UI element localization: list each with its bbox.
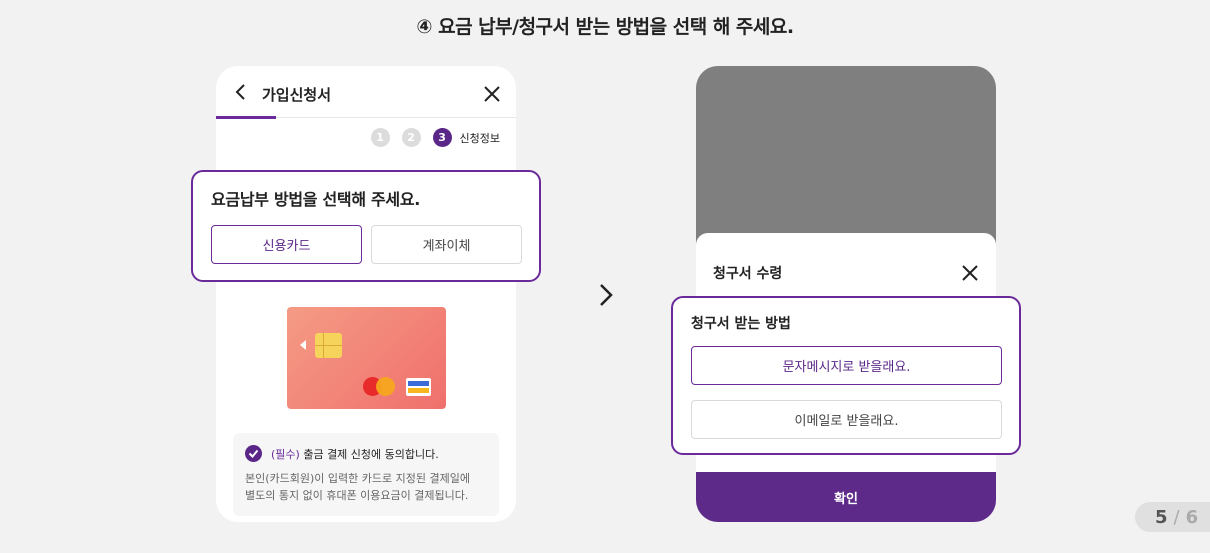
agreement-desc-line-2: 별도의 통지 없이 휴대폰 이용요금이 결제됩니다.: [245, 489, 469, 502]
step-2: 2: [401, 128, 421, 147]
step-indicator: 1 2 3 신청정보: [365, 128, 500, 147]
mastercard-logo-icon-2: [376, 377, 395, 396]
sheet-title: 청구서 수령: [713, 266, 783, 282]
step-label: 신청정보: [459, 131, 500, 145]
confirm-button[interactable]: 확인: [696, 472, 996, 522]
page-title: ④ 요금 납부/청구서 받는 방법을 선택 해 주세요.: [416, 16, 794, 38]
sms-option-button[interactable]: 문자메시지로 받을래요.: [691, 346, 1002, 385]
credit-card-illustration: [287, 307, 446, 409]
page-current: 5: [1155, 506, 1168, 528]
payment-method-popup: 요금납부 방법을 선택해 주세요. 신용카드 계좌이체: [191, 170, 541, 282]
header-title: 가입신청서: [262, 86, 332, 104]
agreement-desc-line-1: 본인(카드회원)이 입력한 카드로 지정된 결제일에: [245, 472, 470, 485]
required-tag: (필수): [271, 447, 300, 461]
bill-receipt-popup: 청구서 받는 방법 문자메시지로 받을래요. 이메일로 받을래요.: [671, 296, 1021, 455]
card-chip-icon: [315, 333, 342, 358]
phone-mockup-left: 가입신청서 1 2 3 신청정보 (필수) 출금 결제 신청에 동의합니다. 본…: [216, 66, 516, 522]
back-arrow-icon[interactable]: [232, 83, 250, 101]
progress-bar: [216, 116, 276, 119]
triangle-icon: [300, 340, 306, 350]
card-brand-icon: [406, 378, 431, 396]
app-header: 가입신청서: [216, 66, 516, 118]
bank-transfer-button[interactable]: 계좌이체: [371, 225, 522, 264]
agreement-text: (필수) 출금 결제 신청에 동의합니다.: [271, 446, 439, 462]
email-option-button[interactable]: 이메일로 받을래요.: [691, 400, 1002, 439]
agreement-box: (필수) 출금 결제 신청에 동의합니다. 본인(카드회원)이 입력한 카드로 …: [233, 433, 499, 516]
step-1: 1: [370, 128, 390, 147]
bill-receipt-question: 청구서 받는 방법: [691, 316, 791, 332]
agreement-label: 출금 결제 신청에 동의합니다.: [303, 447, 439, 461]
credit-card-button[interactable]: 신용카드: [211, 225, 362, 264]
close-icon[interactable]: [960, 263, 980, 283]
chevron-right-icon: [600, 284, 613, 306]
payment-method-question: 요금납부 방법을 선택해 주세요.: [211, 190, 421, 209]
page-indicator: 5 / 6: [1135, 502, 1210, 532]
check-icon[interactable]: [245, 445, 262, 462]
page-total: 6: [1185, 506, 1199, 528]
agreement-description: 본인(카드회원)이 입력한 카드로 지정된 결제일에 별도의 통지 없이 휴대폰…: [245, 470, 487, 504]
close-icon[interactable]: [482, 84, 502, 104]
page-separator: /: [1173, 506, 1180, 528]
agreement-row[interactable]: (필수) 출금 결제 신청에 동의합니다.: [245, 445, 487, 462]
step-3: 3: [432, 128, 452, 147]
